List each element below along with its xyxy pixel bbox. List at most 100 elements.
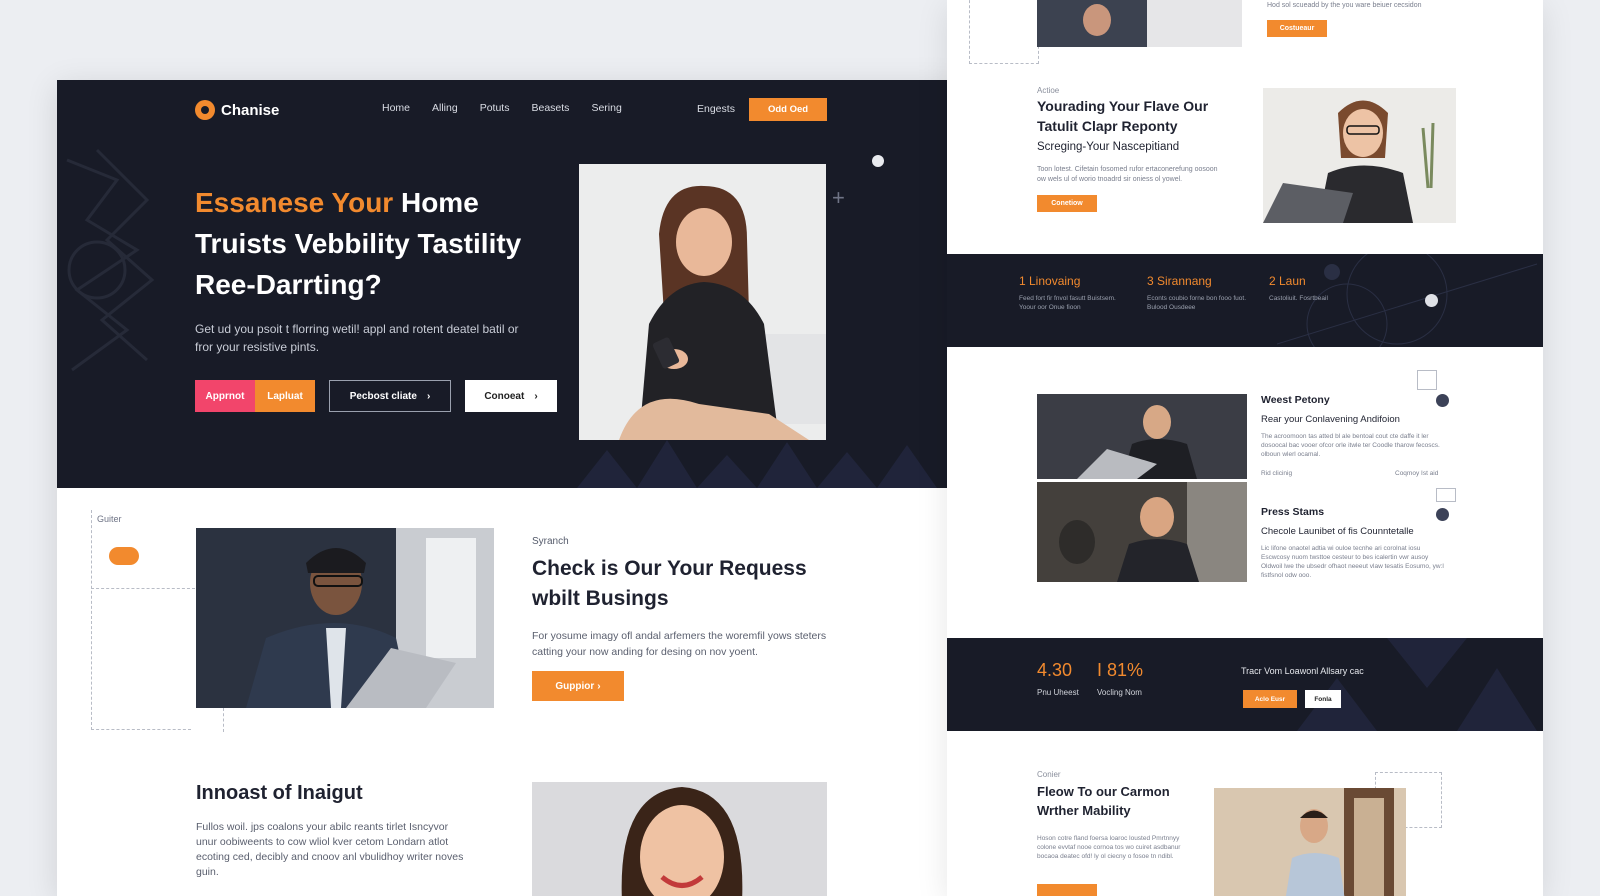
outline-square-icon bbox=[1436, 488, 1456, 502]
feature-heading-1: Weest Petony bbox=[1261, 394, 1330, 406]
brand-logo[interactable]: Chanise bbox=[195, 100, 279, 120]
man-with-laptop-photo bbox=[196, 528, 494, 708]
dashed-line bbox=[91, 588, 195, 589]
metric-value: I 81% bbox=[1097, 660, 1144, 680]
meta-item: Rid clicinig bbox=[1261, 470, 1293, 477]
meta-item: Coqmoy Ist aid bbox=[1395, 470, 1439, 477]
stat-value: 3 Sirannang bbox=[1147, 274, 1212, 288]
nav-item-alling[interactable]: Alling bbox=[432, 102, 458, 114]
hero-button-group: Apprnot Lapluat Pecbost cliate › Conoeat… bbox=[195, 380, 557, 412]
section-cta-label: Guppior bbox=[555, 680, 595, 692]
section3-description: Fullos woil. jps coalons your abilc rean… bbox=[196, 821, 464, 878]
decorative-pattern bbox=[1297, 638, 1537, 731]
career-description: Hoson cotre fland foersa loaroc lousted … bbox=[1037, 835, 1181, 860]
primary-cta-label-b: Lapluat bbox=[267, 390, 303, 402]
smiling-woman-image bbox=[532, 782, 827, 896]
chevron-right-icon: › bbox=[597, 680, 601, 692]
chevron-right-icon: › bbox=[534, 390, 538, 402]
stat-item: 3 Sirannang Econts coubio forne bon fooo… bbox=[1147, 274, 1257, 312]
band-heading: Tracr Vom Loawonl Allsary cac bbox=[1241, 666, 1364, 676]
top-button[interactable]: Costueaur bbox=[1267, 20, 1327, 37]
feature-text-2: Lic lifone onaotel adtia wi ouloe tecnhe… bbox=[1261, 545, 1444, 579]
feature-title: Yourading Your Flave Our Tatulit Clapr R… bbox=[1037, 98, 1209, 134]
decorative-dot bbox=[872, 155, 884, 167]
stat-item: 1 Linovaing Feed fort fir fnvol fasutt B… bbox=[1019, 274, 1129, 312]
primary-cta-label-a: Apprnot bbox=[205, 390, 245, 402]
career-button[interactable] bbox=[1037, 884, 1097, 896]
stat-caption: Feed fort fir fnvol fasutt Buistsem. Yoo… bbox=[1019, 295, 1116, 311]
businessman-laptop-photo bbox=[1037, 394, 1247, 479]
metric-label: Pnu Uheest bbox=[1037, 688, 1079, 697]
career-eyebrow: Conier bbox=[1037, 770, 1061, 779]
nav-cta-button[interactable]: Odd Oed bbox=[749, 98, 827, 121]
man-laughing-image bbox=[1037, 482, 1247, 582]
section-title: Check is Our Your Requess wbilt Busings bbox=[532, 557, 807, 610]
hero-title-highlight: Essanese Your bbox=[195, 187, 394, 218]
man-laughing-photo bbox=[1037, 482, 1247, 582]
career-title: Fleow To our Carmon Wrther Mability bbox=[1037, 784, 1170, 818]
metrics-band: 4.30 I 81% Pnu Uheest Vocling Nom Tracr … bbox=[947, 638, 1543, 731]
secondary-button-label: Pecbost cliate bbox=[349, 390, 417, 402]
nav-item-potuts[interactable]: Potuts bbox=[480, 102, 510, 114]
feature-eyebrow: Actioe bbox=[1037, 86, 1060, 95]
section-cta-button[interactable]: Guppior › bbox=[532, 671, 624, 701]
brand-name: Chanise bbox=[221, 101, 280, 119]
stat-item: 2 Laun Castoliuit. Fosrtbeail bbox=[1269, 274, 1379, 303]
contact-button-label: Conoeat bbox=[484, 390, 525, 402]
decorative-dot bbox=[1425, 294, 1438, 307]
top-text: Hod sol scueadd by the you ware beiuer c… bbox=[1267, 2, 1422, 9]
stat-caption: Castoliuit. Fosrtbeail bbox=[1269, 295, 1328, 302]
smiling-woman-photo bbox=[532, 782, 827, 896]
secondary-outline-button[interactable]: Pecbost cliate › bbox=[329, 380, 451, 412]
feature-text-1: The acroomoon tas atted bl ale bentoal c… bbox=[1261, 433, 1440, 458]
stats-band: 1 Linovaing Feed fort fir fnvol fasutt B… bbox=[947, 254, 1543, 347]
nav-item-beasets[interactable]: Beasets bbox=[531, 102, 569, 114]
woman-laptop-image bbox=[1263, 88, 1456, 223]
main-nav: Home Alling Potuts Beasets Sering bbox=[382, 102, 622, 114]
dashed-line bbox=[223, 708, 224, 732]
contact-button[interactable]: Conoeat › bbox=[465, 380, 557, 412]
woman-with-phone-image bbox=[579, 164, 826, 440]
feature-subtitle: Screging-Your Nascepitiand bbox=[1037, 141, 1180, 153]
meeting-image bbox=[1037, 0, 1242, 47]
hero-woman-photo bbox=[579, 164, 826, 440]
section3-title: Innoast of Inaigut bbox=[196, 782, 363, 804]
band-primary-button[interactable]: Aclo Eusr bbox=[1243, 690, 1297, 708]
plus-icon: + bbox=[832, 185, 845, 210]
section-eyebrow: Syranch bbox=[532, 536, 569, 547]
hero-title: Essanese Your Home Truists Vebbility Tas… bbox=[195, 182, 555, 305]
feature-button[interactable]: Conetiow bbox=[1037, 195, 1097, 212]
woman-laptop-photo bbox=[1263, 88, 1456, 223]
stat-value: 2 Laun bbox=[1269, 274, 1306, 288]
man-office-image bbox=[1214, 788, 1406, 896]
businessman-phone-image bbox=[1037, 394, 1247, 479]
orange-badge bbox=[109, 547, 139, 565]
feature-subheading-1: Rear your Conlavening Andifoion bbox=[1261, 414, 1400, 425]
nav-item-sering[interactable]: Sering bbox=[591, 102, 621, 114]
check-icon bbox=[1436, 394, 1449, 407]
decorative-pattern bbox=[66, 148, 155, 372]
metric-label: Vocling Nom bbox=[1097, 688, 1142, 697]
nav-item-engests[interactable]: Engests bbox=[697, 103, 735, 115]
logo-icon bbox=[195, 100, 215, 120]
feature-description: Toon lotest. Cifetain fosomed rufor erta… bbox=[1037, 166, 1218, 183]
businessman-image bbox=[196, 528, 494, 708]
hero-description: Get ud you psoit t florring wetil! appl … bbox=[195, 322, 519, 354]
outline-square-icon bbox=[1417, 370, 1437, 390]
stat-caption: Econts coubio forne bon fooo fuot. Buloo… bbox=[1147, 295, 1247, 311]
primary-cta-button[interactable]: Apprnot Lapluat bbox=[195, 380, 315, 412]
stat-value: 1 Linovaing bbox=[1019, 274, 1081, 288]
man-office-photo bbox=[1214, 788, 1406, 896]
dashed-frame bbox=[91, 510, 191, 730]
band-secondary-button[interactable]: Fonla bbox=[1305, 690, 1341, 708]
metric-value: 4.30 bbox=[1037, 660, 1073, 680]
hero-section: Chanise Home Alling Potuts Beasets Serin… bbox=[57, 80, 965, 488]
bullet-icon bbox=[1436, 508, 1449, 521]
chevron-right-icon: › bbox=[426, 390, 431, 402]
nav-item-home[interactable]: Home bbox=[382, 102, 410, 114]
section-description: For yosume imagy ofl andal arfemers the … bbox=[532, 630, 827, 658]
main-landing-page: Chanise Home Alling Potuts Beasets Serin… bbox=[57, 80, 965, 896]
dashed-frame bbox=[969, 0, 1039, 64]
feature-heading-2: Press Stams bbox=[1261, 506, 1325, 518]
secondary-page-preview: Hod sol scueadd by the you ware beiuer c… bbox=[947, 0, 1543, 896]
